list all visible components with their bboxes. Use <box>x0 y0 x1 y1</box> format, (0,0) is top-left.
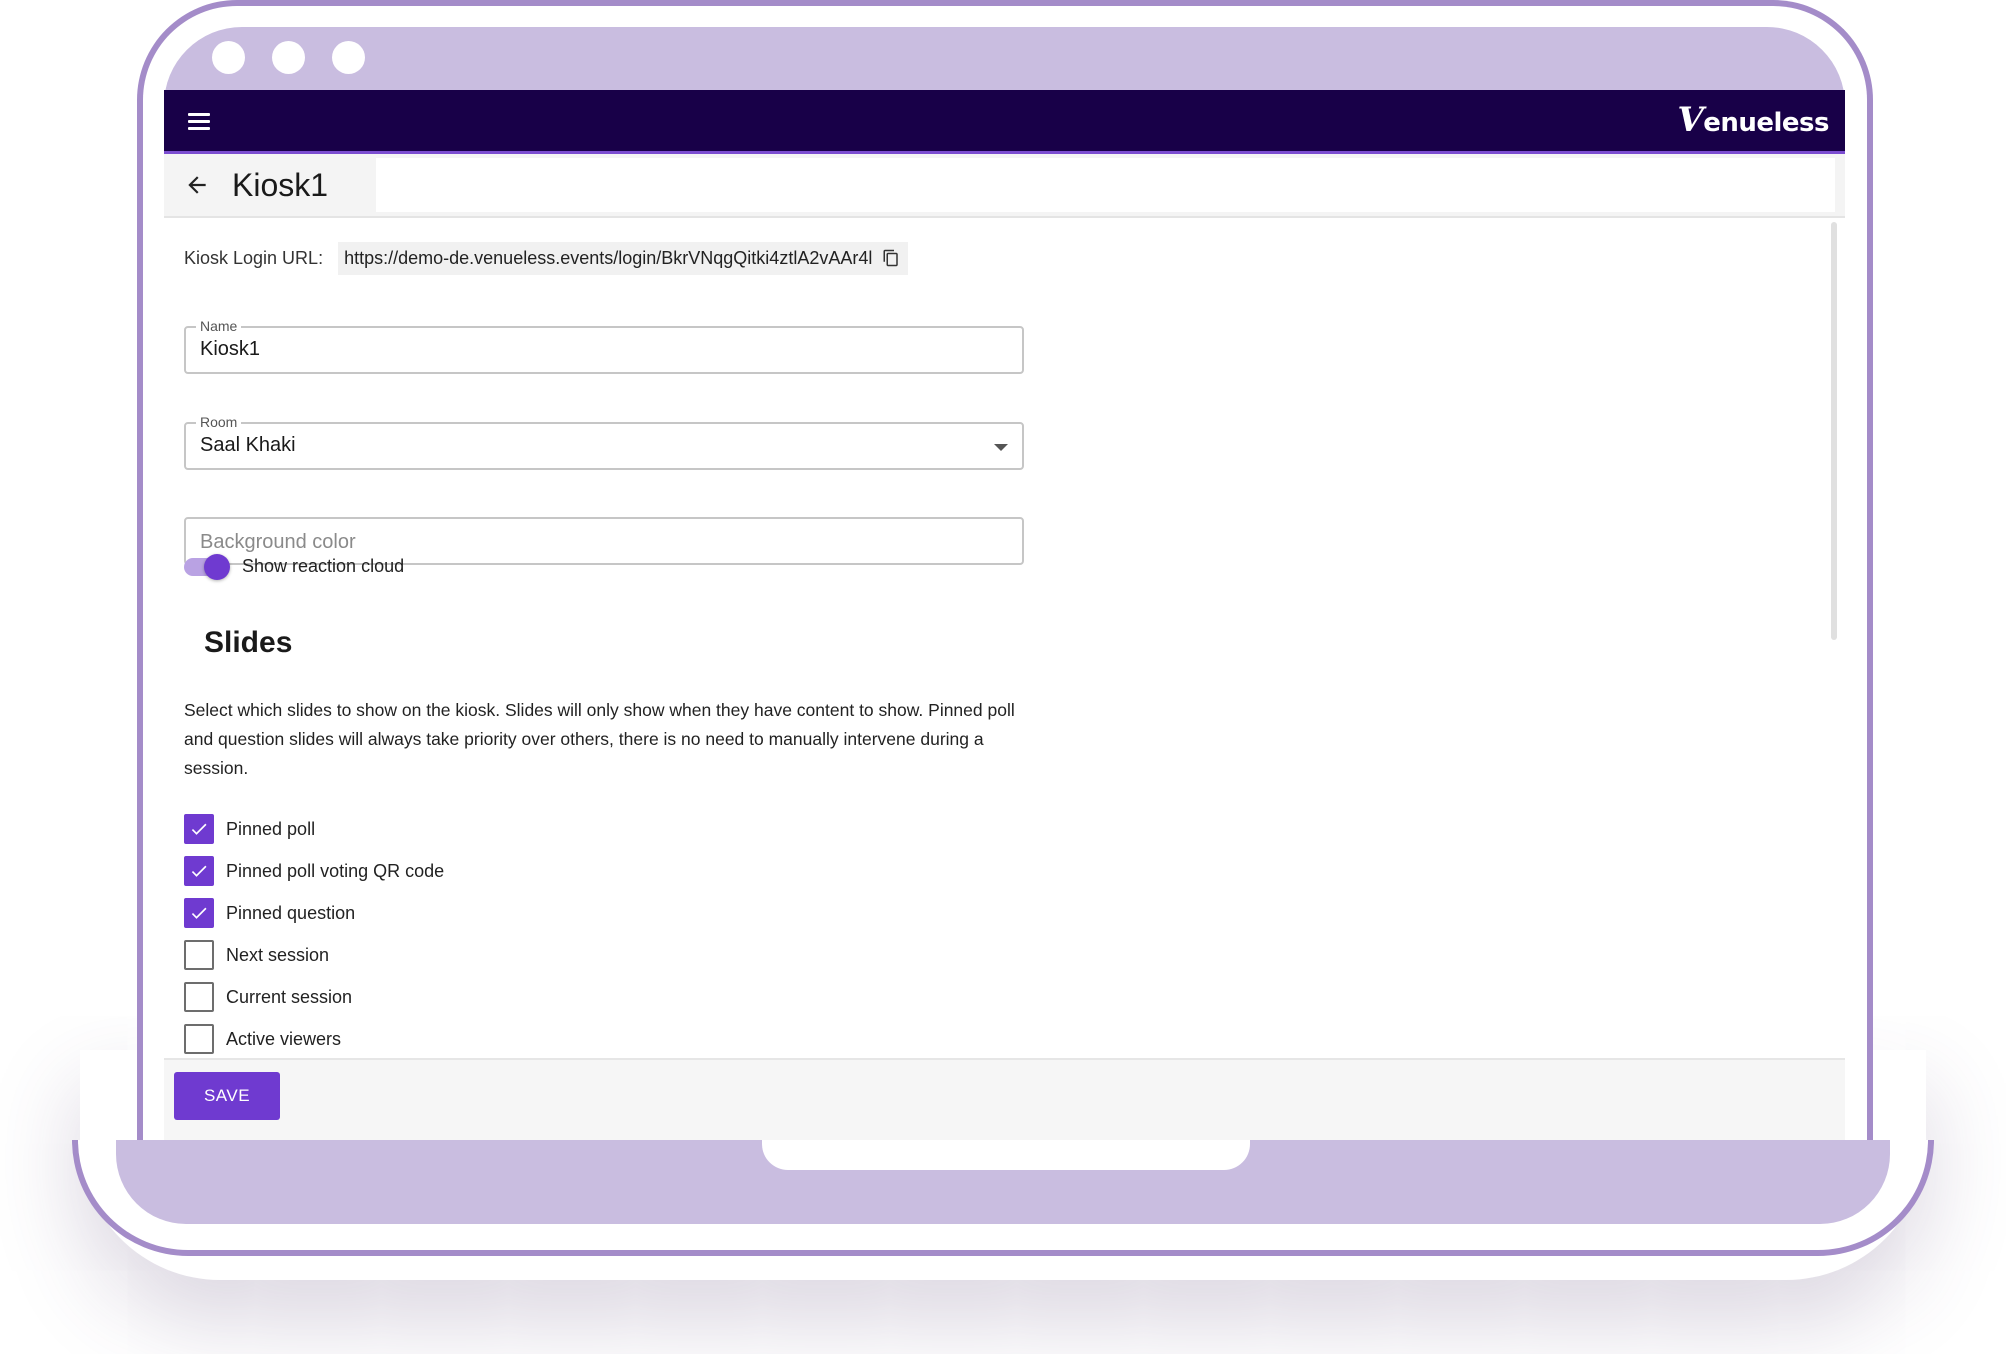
top-app-bar: Venueless <box>164 90 1845 154</box>
laptop-notch <box>762 1140 1250 1170</box>
checkbox-checked[interactable] <box>184 898 214 928</box>
checkbox-label: Pinned poll <box>226 819 316 839</box>
checkbox[interactable] <box>184 940 214 970</box>
name-field-value: Kiosk1 <box>200 338 261 360</box>
checkbox-label: Pinned question <box>226 903 356 923</box>
hamburger-icon[interactable] <box>188 113 210 134</box>
checkbox-label: Next session <box>226 945 330 965</box>
kiosk-form: Kiosk Login URL: https://demo-de.venuele… <box>164 218 1845 1058</box>
name-field-label: Name <box>196 318 242 334</box>
room-select-label: Room <box>196 414 242 430</box>
checkmark-icon <box>191 907 207 919</box>
checkmark-icon <box>191 823 207 835</box>
window-dot-1 <box>212 41 245 74</box>
venueless-logo: Venueless <box>1677 100 1829 140</box>
checkbox[interactable] <box>184 1024 214 1054</box>
checkbox-checked[interactable] <box>184 814 214 844</box>
room-select-value: Saal Khaki <box>200 434 296 456</box>
scrollbar-thumb[interactable] <box>1831 222 1837 640</box>
arrow-left-icon[interactable] <box>184 172 210 198</box>
header-spacer <box>376 158 1835 212</box>
copy-icon[interactable] <box>882 248 900 268</box>
background-color-input[interactable] <box>198 525 1002 559</box>
form-footer: SAVE <box>164 1058 1845 1140</box>
app-screen: Venueless Kiosk1 Kiosk Login URL: https:… <box>164 90 1845 1140</box>
title-box: Kiosk1 <box>164 154 376 216</box>
kiosk-url-row: Kiosk Login URL: https://demo-de.venuele… <box>184 242 909 275</box>
chevron-down-icon[interactable] <box>994 444 1008 451</box>
window-dot-3 <box>332 41 365 74</box>
name-field[interactable]: Name Kiosk1 <box>184 318 1024 374</box>
toggle-knob <box>204 554 230 580</box>
checkmark-icon <box>191 865 207 877</box>
checkbox-label: Pinned poll voting QR code <box>226 861 445 881</box>
kiosk-url-label: Kiosk Login URL: <box>184 248 324 268</box>
room-select[interactable]: Room Saal Khaki <box>184 414 1024 470</box>
window-dot-2 <box>272 41 305 74</box>
page-header: Kiosk1 <box>164 154 1845 218</box>
checkbox-checked[interactable] <box>184 856 214 886</box>
checkbox-label: Current session <box>226 987 353 1007</box>
save-button[interactable]: SAVE <box>174 1072 280 1120</box>
slides-heading: Slides <box>204 626 293 659</box>
reaction-cloud-toggle[interactable] <box>184 552 232 580</box>
kiosk-url-chip: https://demo-de.venueless.events/login/B… <box>338 242 909 275</box>
kiosk-url-value: https://demo-de.venueless.events/login/B… <box>344 248 873 268</box>
reaction-cloud-label: Show reaction cloud <box>242 556 405 576</box>
slides-description: Select which slides to show on the kiosk… <box>184 700 1015 778</box>
checkbox-label: Active viewers <box>226 1029 342 1049</box>
checkbox[interactable] <box>184 982 214 1012</box>
page-title: Kiosk1 <box>232 167 329 203</box>
